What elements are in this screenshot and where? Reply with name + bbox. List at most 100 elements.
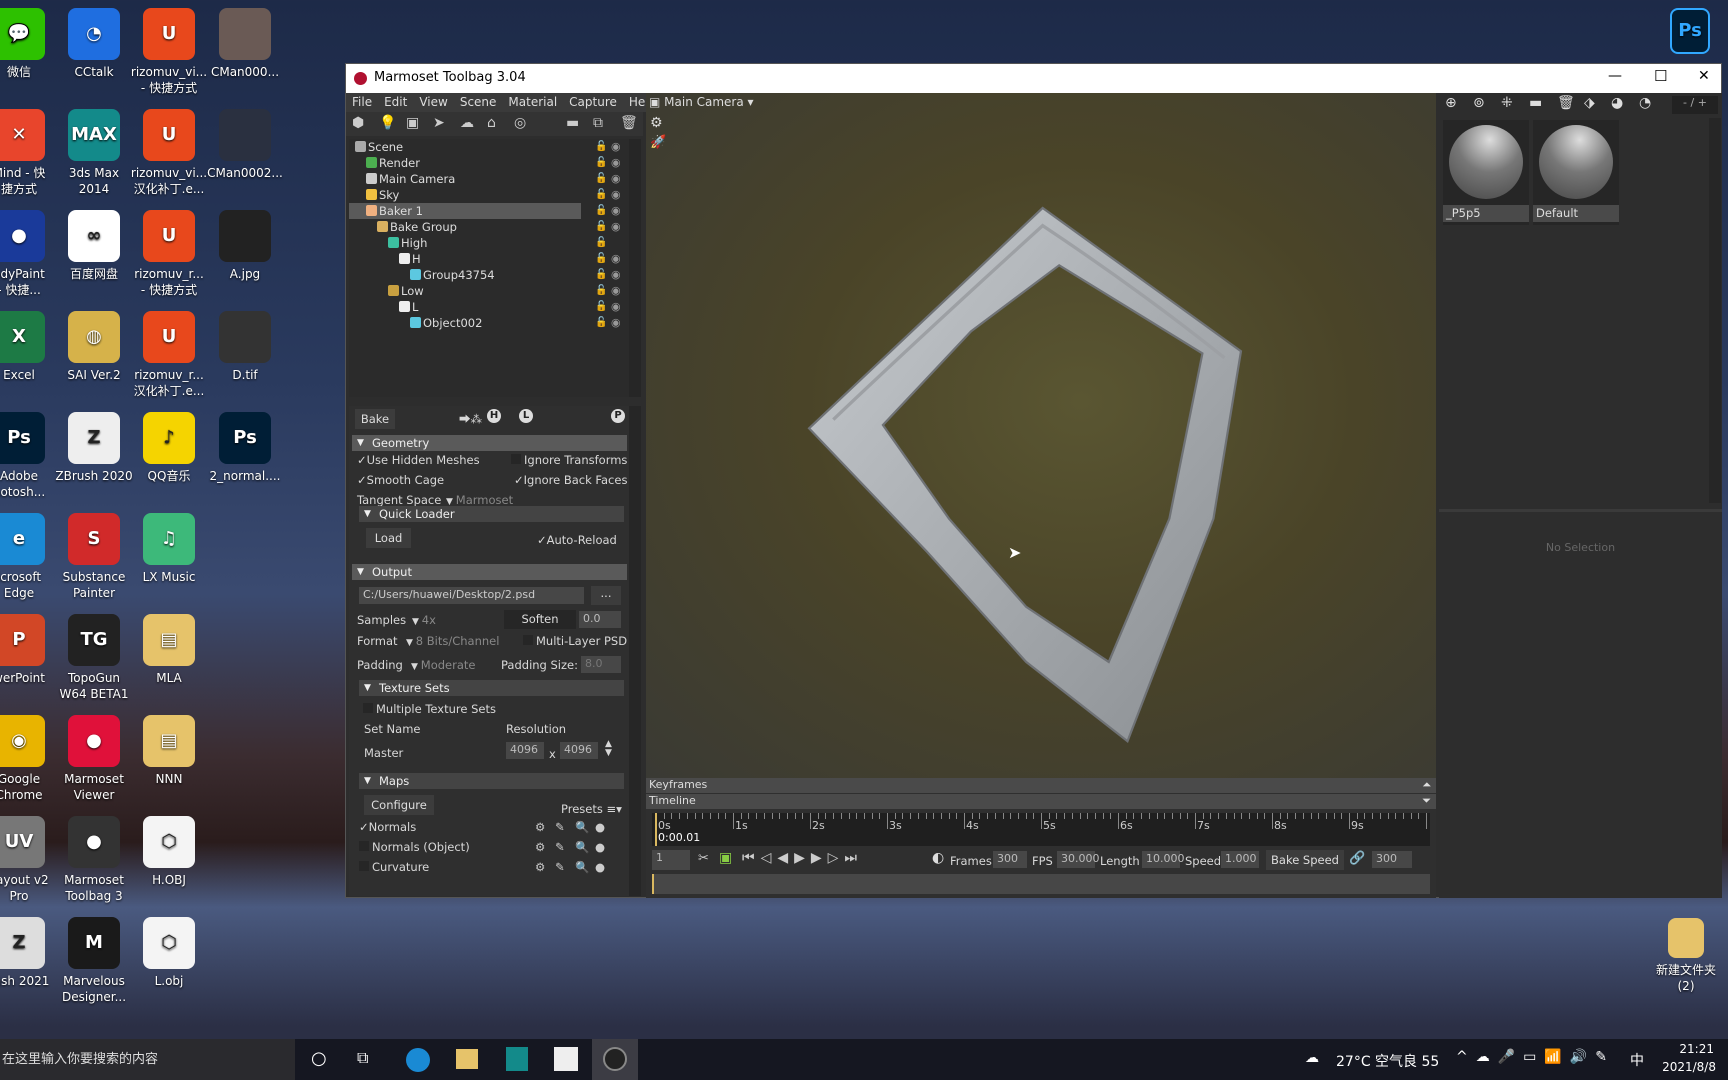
clock-time[interactable]: 21:21 <box>1672 1042 1714 1056</box>
menu-capture[interactable]: Capture <box>563 93 623 112</box>
desktop-icon[interactable]: Ps Adobe hotosh... <box>0 412 59 500</box>
lock-icon[interactable]: 🔓 <box>595 187 607 203</box>
pencil-icon[interactable]: ✎ <box>555 840 565 854</box>
speed-input[interactable]: 1.000 <box>1221 851 1259 868</box>
desktop-icon[interactable]: CMan000... <box>205 8 285 80</box>
use-hidden-meshes-checkbox[interactable]: ✓Use Hidden Meshes <box>357 453 480 467</box>
lock-icon[interactable]: 🔓 <box>595 155 607 171</box>
scene-tree-item[interactable]: Low 🔓 ◉ <box>349 283 649 299</box>
add-mesh-icon[interactable]: ⬢ <box>352 115 364 131</box>
ignore-back-faces-checkbox[interactable]: ✓Ignore Back Faces <box>514 473 627 487</box>
soften-value-input[interactable]: 0.0 <box>579 611 621 628</box>
desktop-icon[interactable]: UV Layout v2 Pro <box>0 816 59 904</box>
file-explorer-icon[interactable] <box>456 1049 478 1069</box>
desktop-icon[interactable]: ● odyPaint - 快捷... <box>0 210 59 298</box>
gear-icon[interactable]: ⚙ <box>535 860 545 874</box>
scene-tree-item[interactable]: Group43754 🔓 ◉ <box>349 267 649 283</box>
desktop-icon[interactable]: ◉ Google Chrome <box>0 715 59 803</box>
menu-view[interactable]: View <box>413 93 453 112</box>
timeline-ruler[interactable]: 0s 1s 2s 3s 4s 5s 6s 7s 8s 9s 0:00.01 <box>652 813 1430 846</box>
ball-icon[interactable]: ● <box>595 820 605 834</box>
desktop-icon[interactable]: M Marvelous Designer... <box>54 917 134 1005</box>
map-checkbox[interactable] <box>359 841 369 851</box>
padding-dropdown[interactable]: ▼ Moderate <box>411 658 476 672</box>
playhead[interactable] <box>655 813 657 846</box>
add-turntable-icon[interactable]: ◎ <box>514 115 526 131</box>
padding-size-input[interactable]: 8.0 <box>581 656 621 673</box>
lock-icon[interactable]: 🔓 <box>595 203 607 219</box>
scene-tree-item[interactable]: Main Camera 🔓 ◉ <box>349 171 649 187</box>
scene-tree-item[interactable]: L 🔓 ◉ <box>349 299 649 315</box>
low-toggle-button[interactable]: L <box>519 409 533 423</box>
minimize-button[interactable]: — <box>1608 68 1622 84</box>
menu-material[interactable]: Material <box>502 93 563 112</box>
bake-frames-input[interactable]: 300 <box>1372 851 1412 868</box>
desktop-icon[interactable]: e icrosoft Edge <box>0 513 59 601</box>
desktop-icon[interactable]: X Excel <box>0 311 59 383</box>
visibility-eye-icon[interactable]: ◉ <box>611 315 621 331</box>
marmoset-taskbar-button[interactable] <box>592 1039 638 1080</box>
multi-layer-psd-checkbox[interactable]: Multi-Layer PSD <box>523 634 627 648</box>
add-baker-icon[interactable]: ⌂ <box>487 115 496 131</box>
texture-sets-header[interactable]: Texture Sets <box>359 680 624 696</box>
samples-dropdown[interactable]: ▼ 4x <box>412 613 436 627</box>
fps-input[interactable]: 30.000 <box>1057 851 1100 868</box>
desktop-icon[interactable]: TG TopoGun W64 BETA1 <box>54 614 134 702</box>
resolution-height-input[interactable]: 4096 <box>560 742 598 759</box>
search-icon[interactable]: 🔍 <box>575 840 589 854</box>
visibility-eye-icon[interactable]: ◉ <box>611 299 621 315</box>
assign-material-icon[interactable]: ⬗ <box>1584 95 1595 111</box>
resolution-width-input[interactable]: 4096 <box>506 742 544 759</box>
gear-icon[interactable]: ⚙ <box>535 840 545 854</box>
material-scrollbar[interactable] <box>1709 118 1721 503</box>
visibility-eye-icon[interactable]: ◉ <box>611 139 621 155</box>
add-camera-icon[interactable]: ▣ <box>406 115 419 131</box>
zbrush-taskbar-icon[interactable] <box>554 1047 578 1071</box>
lock-icon[interactable]: 🔓 <box>595 235 607 251</box>
quick-loader-header[interactable]: Quick Loader <box>359 506 624 522</box>
loop-icon[interactable]: ▣ <box>719 850 732 866</box>
add-shadow-catcher-icon[interactable]: ➤ <box>433 115 445 131</box>
viewport[interactable]: ▣ Main Camera ▾ ⚙ 🚀 ➤ <box>646 93 1436 778</box>
visibility-eye-icon[interactable]: ◉ <box>611 171 621 187</box>
bake-icons[interactable]: ⮕⁂ <box>459 411 482 427</box>
scene-tree-item[interactable]: Object002 🔓 ◉ <box>349 315 649 331</box>
lock-icon[interactable]: 🔓 <box>595 299 607 315</box>
system-tray-icons[interactable]: ^☁🎤▭📶🔊✎ <box>1456 1049 1615 1065</box>
desktop-icon[interactable]: Urizomuv_vi... - 快捷方式 <box>129 8 209 96</box>
visibility-eye-icon[interactable]: ◉ <box>611 219 621 235</box>
scene-tree-item[interactable]: High 🔓 <box>349 235 649 251</box>
lock-icon[interactable]: 🔓 <box>595 315 607 331</box>
length-input[interactable]: 10.000 <box>1142 851 1185 868</box>
desktop-icon[interactable]: ⬡ L.obj <box>129 917 209 989</box>
desktop-icon[interactable]: Urizomuv_r... 汉化补丁.e... <box>129 311 209 399</box>
scene-tree-item[interactable]: Sky 🔓 ◉ <box>349 187 649 203</box>
desktop-icon[interactable]: D.tif <box>205 311 285 383</box>
delete-icon[interactable]: 🗑 <box>620 115 638 131</box>
desktop-icon[interactable]: ♫ LX Music <box>129 513 209 585</box>
visibility-eye-icon[interactable]: ◉ <box>611 251 621 267</box>
panel-divider[interactable] <box>1439 509 1722 512</box>
desktop-icon[interactable]: Ps 2_normal.... <box>205 412 285 484</box>
visibility-eye-icon[interactable]: ◉ <box>611 155 621 171</box>
current-frame-input[interactable]: 1 <box>652 850 690 870</box>
smooth-cage-checkbox[interactable]: ✓Smooth Cage <box>357 473 444 487</box>
scissors-icon[interactable]: ✂ <box>698 851 709 866</box>
search-icon[interactable]: 🔍 <box>575 820 589 834</box>
add-material-icon[interactable]: ⊕ <box>1445 95 1457 111</box>
export-material-icon[interactable]: ◔ <box>1639 95 1651 111</box>
ignore-transforms-checkbox[interactable]: Ignore Transforms <box>511 453 627 467</box>
resolution-stepper-icon[interactable]: ▲ ▼ <box>605 740 612 758</box>
desktop-icon[interactable]: ▤ MLA <box>129 614 209 686</box>
desktop-icon-psd[interactable]: Ps <box>1650 8 1728 58</box>
desktop-icon[interactable]: ▤ NNN <box>129 715 209 787</box>
keyframes-header[interactable]: Keyframes ⏶ <box>646 778 1436 793</box>
add-sky-icon[interactable]: ☁ <box>460 115 474 131</box>
browse-button[interactable]: ... <box>591 586 621 605</box>
scene-tree-scrollbar[interactable] <box>629 139 641 397</box>
configure-button[interactable]: Configure <box>364 795 434 815</box>
desktop-icon[interactable]: ♪ QQ音乐 <box>129 412 209 484</box>
paint-toggle-button[interactable]: P <box>611 409 625 423</box>
load-button[interactable]: Load <box>366 528 411 548</box>
scene-tree-item[interactable]: Bake Group 🔓 ◉ <box>349 219 649 235</box>
